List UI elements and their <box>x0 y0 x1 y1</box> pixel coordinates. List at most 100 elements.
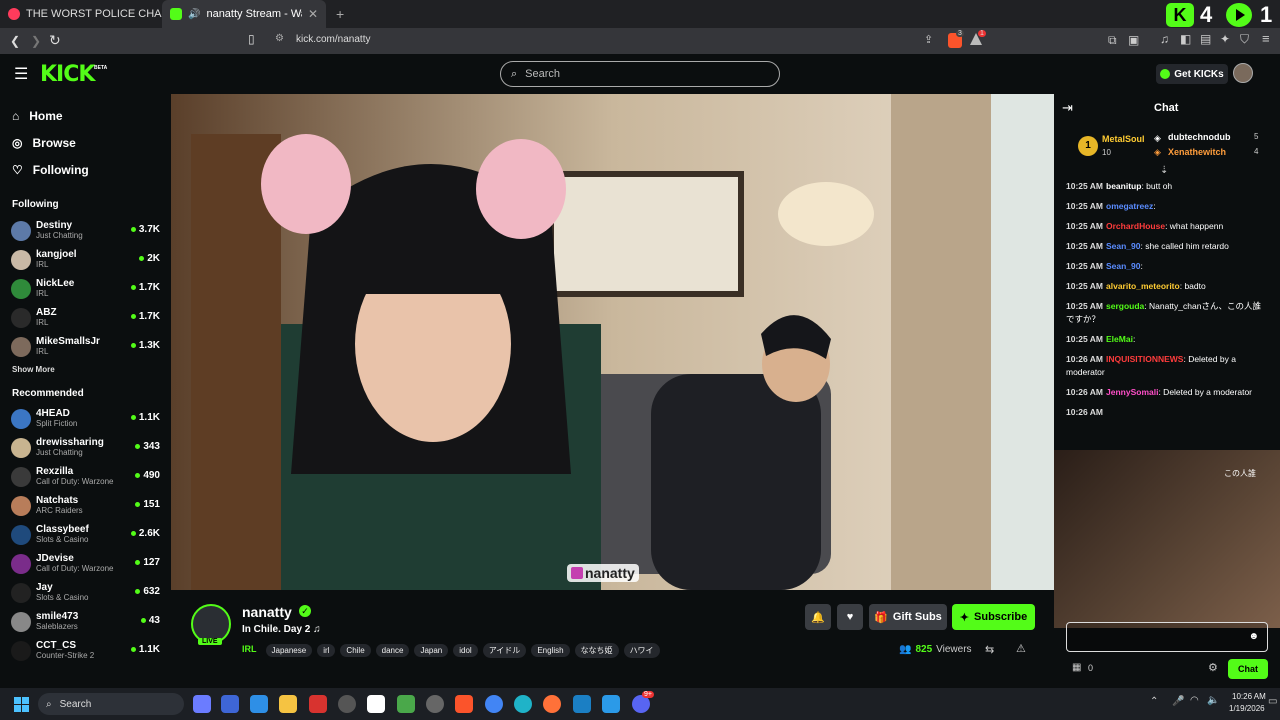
message-username[interactable]: INQUISITIONNEWS <box>1106 354 1183 364</box>
channel-item[interactable]: 4HEAD Split Fiction 1.1K <box>0 404 170 433</box>
share-icon[interactable]: ⇪ <box>924 33 933 46</box>
kick-logo[interactable]: KICK <box>40 62 95 87</box>
netflix-icon[interactable] <box>309 695 327 713</box>
screenshot-icon[interactable]: ▣ <box>1128 33 1139 47</box>
notification-icon[interactable]: ▭ <box>1268 696 1277 707</box>
show-more-link[interactable]: Show More <box>0 361 170 374</box>
notification-bell-button[interactable]: 🔔 <box>805 604 831 630</box>
channel-item[interactable]: NickLee IRL 1.7K <box>0 274 170 303</box>
leader-name[interactable]: MetalSoul <box>1102 134 1145 144</box>
chrome-icon[interactable] <box>485 695 503 713</box>
stream-tag[interactable]: Japan <box>414 644 449 657</box>
taskbar-search[interactable]: ⌕ Search <box>38 693 184 715</box>
channel-item[interactable]: Destiny Just Chatting 3.7K <box>0 216 170 245</box>
app-icon[interactable] <box>250 695 268 713</box>
microphone-icon[interactable]: 🎤 <box>1172 696 1184 707</box>
reload-icon[interactable]: ↻ <box>49 32 61 49</box>
stream-tag[interactable]: dance <box>375 644 410 657</box>
windows-start-icon[interactable] <box>14 697 29 712</box>
channel-item[interactable]: kangjoel IRL 2K <box>0 245 170 274</box>
play-overlay-icon[interactable] <box>1226 3 1252 27</box>
browser-tab-kick[interactable]: 🔊 nanatty Stream - Watch Live o ✕ <box>162 0 326 28</box>
kick-overlay-icon[interactable]: K <box>1166 3 1194 27</box>
nav-following[interactable]: ♡ Following <box>0 156 170 183</box>
browser-tab-youtube[interactable]: THE WORST POLICE CHASE I'VE EVER <box>0 0 162 28</box>
capcut-icon[interactable] <box>367 695 385 713</box>
channel-item[interactable]: Jay Slots & Casino 632 <box>0 578 170 607</box>
wifi-icon[interactable]: ◠ <box>1190 695 1199 706</box>
channel-item[interactable]: Natchats ARC Raiders 151 <box>0 491 170 520</box>
message-username[interactable]: OrchardHouse <box>1106 221 1165 231</box>
sidebar-icon[interactable]: ◧ <box>1180 32 1191 46</box>
stream-tag[interactable]: irl <box>317 644 336 657</box>
message-username[interactable]: beanitup <box>1106 181 1141 191</box>
channel-item[interactable]: Rexzilla Call of Duty: Warzone 490 <box>0 462 170 491</box>
message-username[interactable]: JennySomali <box>1106 387 1158 397</box>
app-icon[interactable] <box>397 695 415 713</box>
gift-subs-button[interactable]: 🎁 Gift Subs <box>869 604 947 630</box>
file-explorer-icon[interactable] <box>279 695 297 713</box>
app-icon[interactable] <box>221 695 239 713</box>
stream-tag[interactable]: Chile <box>340 644 371 657</box>
brave-icon[interactable] <box>455 695 473 713</box>
widgets-icon[interactable] <box>193 695 211 713</box>
firefox-icon[interactable] <box>543 695 561 713</box>
edge-icon[interactable] <box>514 695 532 713</box>
expand-leaderboard-icon[interactable]: ⇣ <box>1160 165 1168 176</box>
app-icon[interactable] <box>338 695 356 713</box>
volume-icon[interactable]: 🔈 <box>1207 695 1219 706</box>
url-text[interactable]: kick.com/nanatty <box>296 34 370 45</box>
leader-name[interactable]: dubtechnodub <box>1168 132 1231 142</box>
leo-ai-icon[interactable]: ✦ <box>1220 32 1230 46</box>
extensions-icon[interactable]: ⧉ <box>1108 33 1117 48</box>
channel-item[interactable]: Classybeef Slots & Casino 2.6K <box>0 520 170 549</box>
back-icon[interactable]: ❮ <box>10 34 20 48</box>
vpn-icon[interactable]: ⛉ <box>1240 32 1249 47</box>
collapse-chat-icon[interactable]: ⇥ <box>1062 100 1073 116</box>
leader-name[interactable]: Xenathewitch <box>1168 147 1226 157</box>
emoji-icon[interactable]: ☻ <box>1248 631 1259 642</box>
close-tab-icon[interactable]: ✕ <box>308 7 318 21</box>
app-icon[interactable] <box>573 695 591 713</box>
get-kicks-button[interactable]: Get KICKs <box>1156 64 1228 84</box>
stream-tag[interactable]: ななち姫 <box>574 643 619 658</box>
message-username[interactable]: EleMai <box>1106 334 1133 344</box>
stream-tag[interactable]: Japanese <box>265 644 313 657</box>
new-tab-button[interactable]: + <box>336 6 344 22</box>
stream-tag[interactable]: アイドル <box>482 643 527 658</box>
search-input[interactable]: ⌕ Search <box>500 61 780 87</box>
report-icon[interactable]: ⚠ <box>1016 642 1026 655</box>
message-username[interactable]: Sean_90 <box>1106 261 1141 271</box>
channel-item[interactable]: JDevise Call of Duty: Warzone 127 <box>0 549 170 578</box>
message-username[interactable]: Sean_90 <box>1106 241 1141 251</box>
hamburger-menu-icon[interactable]: ☰ <box>14 64 28 84</box>
message-username[interactable]: alvarito_meteorito <box>1106 281 1180 291</box>
tray-expand-icon[interactable]: ⌃ <box>1150 696 1158 707</box>
channel-item[interactable]: ABZ IRL 1.7K <box>0 303 170 332</box>
nav-home[interactable]: ⌂ Home <box>0 102 170 129</box>
channel-item[interactable]: drewissharing Just Chatting 343 <box>0 433 170 462</box>
vscode-icon[interactable] <box>602 695 620 713</box>
site-info-icon[interactable]: ⚙ <box>275 33 284 44</box>
chat-send-button[interactable]: Chat <box>1228 659 1268 679</box>
user-avatar[interactable] <box>1233 63 1253 83</box>
channel-item[interactable]: MikeSmallsJr IRL 1.3K <box>0 332 170 361</box>
bookmark-icon[interactable]: ▯ <box>248 32 255 46</box>
category-link[interactable]: IRL <box>242 644 257 654</box>
channel-item[interactable]: smile473 Saleblazers 43 <box>0 607 170 636</box>
chat-settings-icon[interactable]: ⚙ <box>1208 661 1218 674</box>
music-icon[interactable]: ♫ <box>1160 32 1169 46</box>
message-username[interactable]: omegatreez <box>1106 201 1153 211</box>
stream-tag[interactable]: English <box>531 644 570 657</box>
forward-icon[interactable]: ❯ <box>31 34 41 48</box>
wallet-icon[interactable]: ▤ <box>1200 32 1211 46</box>
chat-input[interactable]: ☻ <box>1066 622 1268 652</box>
stream-tag[interactable]: ハワイ <box>623 643 660 658</box>
nav-browse[interactable]: ◎ Browse <box>0 129 170 156</box>
follow-button[interactable]: ♥ <box>837 604 863 630</box>
streamer-name[interactable]: nanatty <box>242 604 292 620</box>
message-username[interactable]: sergouda <box>1106 301 1144 311</box>
subscribe-button[interactable]: ✦ Subscribe <box>952 604 1035 630</box>
app-icon[interactable] <box>426 695 444 713</box>
share-icon[interactable]: ⇆ <box>985 643 994 656</box>
